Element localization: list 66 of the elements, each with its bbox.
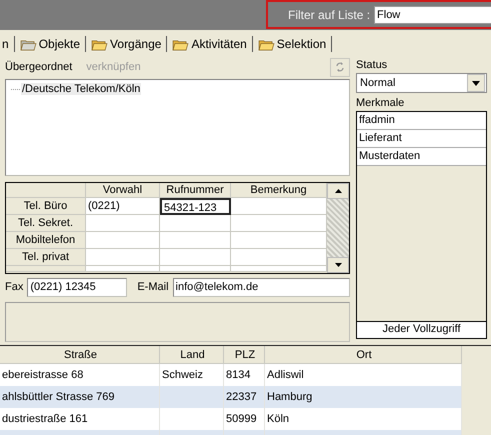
table-cell: Schweiz [162, 369, 203, 381]
caret-icon [472, 80, 480, 86]
down-arrow-icon [334, 263, 342, 267]
table-cell[interactable] [86, 232, 160, 249]
table-cell[interactable] [231, 198, 327, 215]
tab[interactable]: Aktivitäten [167, 36, 253, 52]
table-cell: 8134 [226, 369, 250, 381]
table-cell: Adliswil [267, 369, 304, 381]
table-cell: Köln [267, 413, 290, 425]
table-cell[interactable] [160, 232, 231, 249]
table-cell: ebereistrasse 68 [2, 369, 84, 381]
table-cell: dustriestraße 161 [2, 413, 88, 425]
table-cell[interactable] [231, 232, 327, 249]
table-cell: Hamburg [267, 391, 312, 403]
table-cell[interactable] [86, 249, 160, 266]
parent-label: Übergeordnet [5, 61, 72, 73]
tree-item[interactable]: /Deutsche Telekom/Köln [21, 83, 142, 95]
table-cell[interactable]: 54321-123 [160, 198, 231, 215]
tab-label: Selektion [276, 37, 326, 51]
status-dropdown[interactable]: Normal [356, 73, 487, 93]
email-field[interactable]: info@telekom.de [172, 278, 350, 296]
column-header: Rufnummer [160, 183, 231, 198]
tab-label: n [2, 37, 9, 51]
email-label: E-Mail [137, 281, 169, 293]
tab-label: Aktivitäten [191, 37, 247, 51]
tab[interactable]: Objekte [14, 36, 86, 52]
up-arrow-icon [334, 189, 342, 193]
features-label: Merkmale [356, 97, 406, 109]
tab[interactable]: n [0, 36, 15, 52]
tab-label: Objekte [38, 37, 80, 51]
table-cell[interactable]: (0221) [86, 198, 160, 215]
table-row[interactable]: ahlsbüttler Strasse 769 22337 Hamburg [0, 386, 462, 408]
column-header: Vorwahl [86, 183, 160, 198]
access-label: Jeder Vollzugriff [357, 321, 486, 338]
table-cell[interactable] [160, 249, 231, 266]
filter-label: Filter auf Liste : [288, 8, 370, 22]
row-header: Tel. Büro [6, 198, 86, 215]
tab[interactable]: Selektion [252, 36, 332, 52]
column-header: PLZ [224, 346, 265, 364]
status-label: Status [356, 59, 388, 71]
table-cell: 22337 [226, 391, 257, 403]
column-header: Straße [0, 346, 160, 364]
tab-label: Vorgänge [110, 37, 162, 51]
column-header: Land [160, 346, 224, 364]
list-item[interactable]: Musterdaten [357, 148, 486, 166]
row-header: Tel. privat [6, 249, 86, 266]
filter-field[interactable]: Flow [374, 6, 491, 24]
notes-field[interactable] [5, 302, 350, 342]
scrollbar[interactable] [327, 183, 349, 273]
row-header: Tel. Sekret. [6, 215, 86, 232]
list-item[interactable]: ffadmin [357, 112, 486, 130]
table-cell: 50999 [226, 413, 257, 425]
refresh-icon [335, 61, 345, 73]
table-cell[interactable] [231, 249, 327, 266]
column-header: Ort [265, 346, 462, 364]
row-header: Mobiltelefon [6, 232, 86, 249]
column-header: Bemerkung [231, 183, 327, 198]
fax-label: Fax [5, 281, 24, 293]
fax-field[interactable]: (0221) 12345 [27, 278, 128, 296]
tab[interactable]: Vorgänge [86, 36, 168, 52]
table-cell[interactable] [231, 215, 327, 232]
list-item[interactable]: Lieferant [357, 130, 486, 148]
table-cell: ahlsbüttler Strasse 769 [2, 391, 115, 403]
table-cell[interactable] [86, 215, 160, 232]
table-cell[interactable] [160, 215, 231, 232]
refresh-button[interactable] [330, 58, 350, 76]
